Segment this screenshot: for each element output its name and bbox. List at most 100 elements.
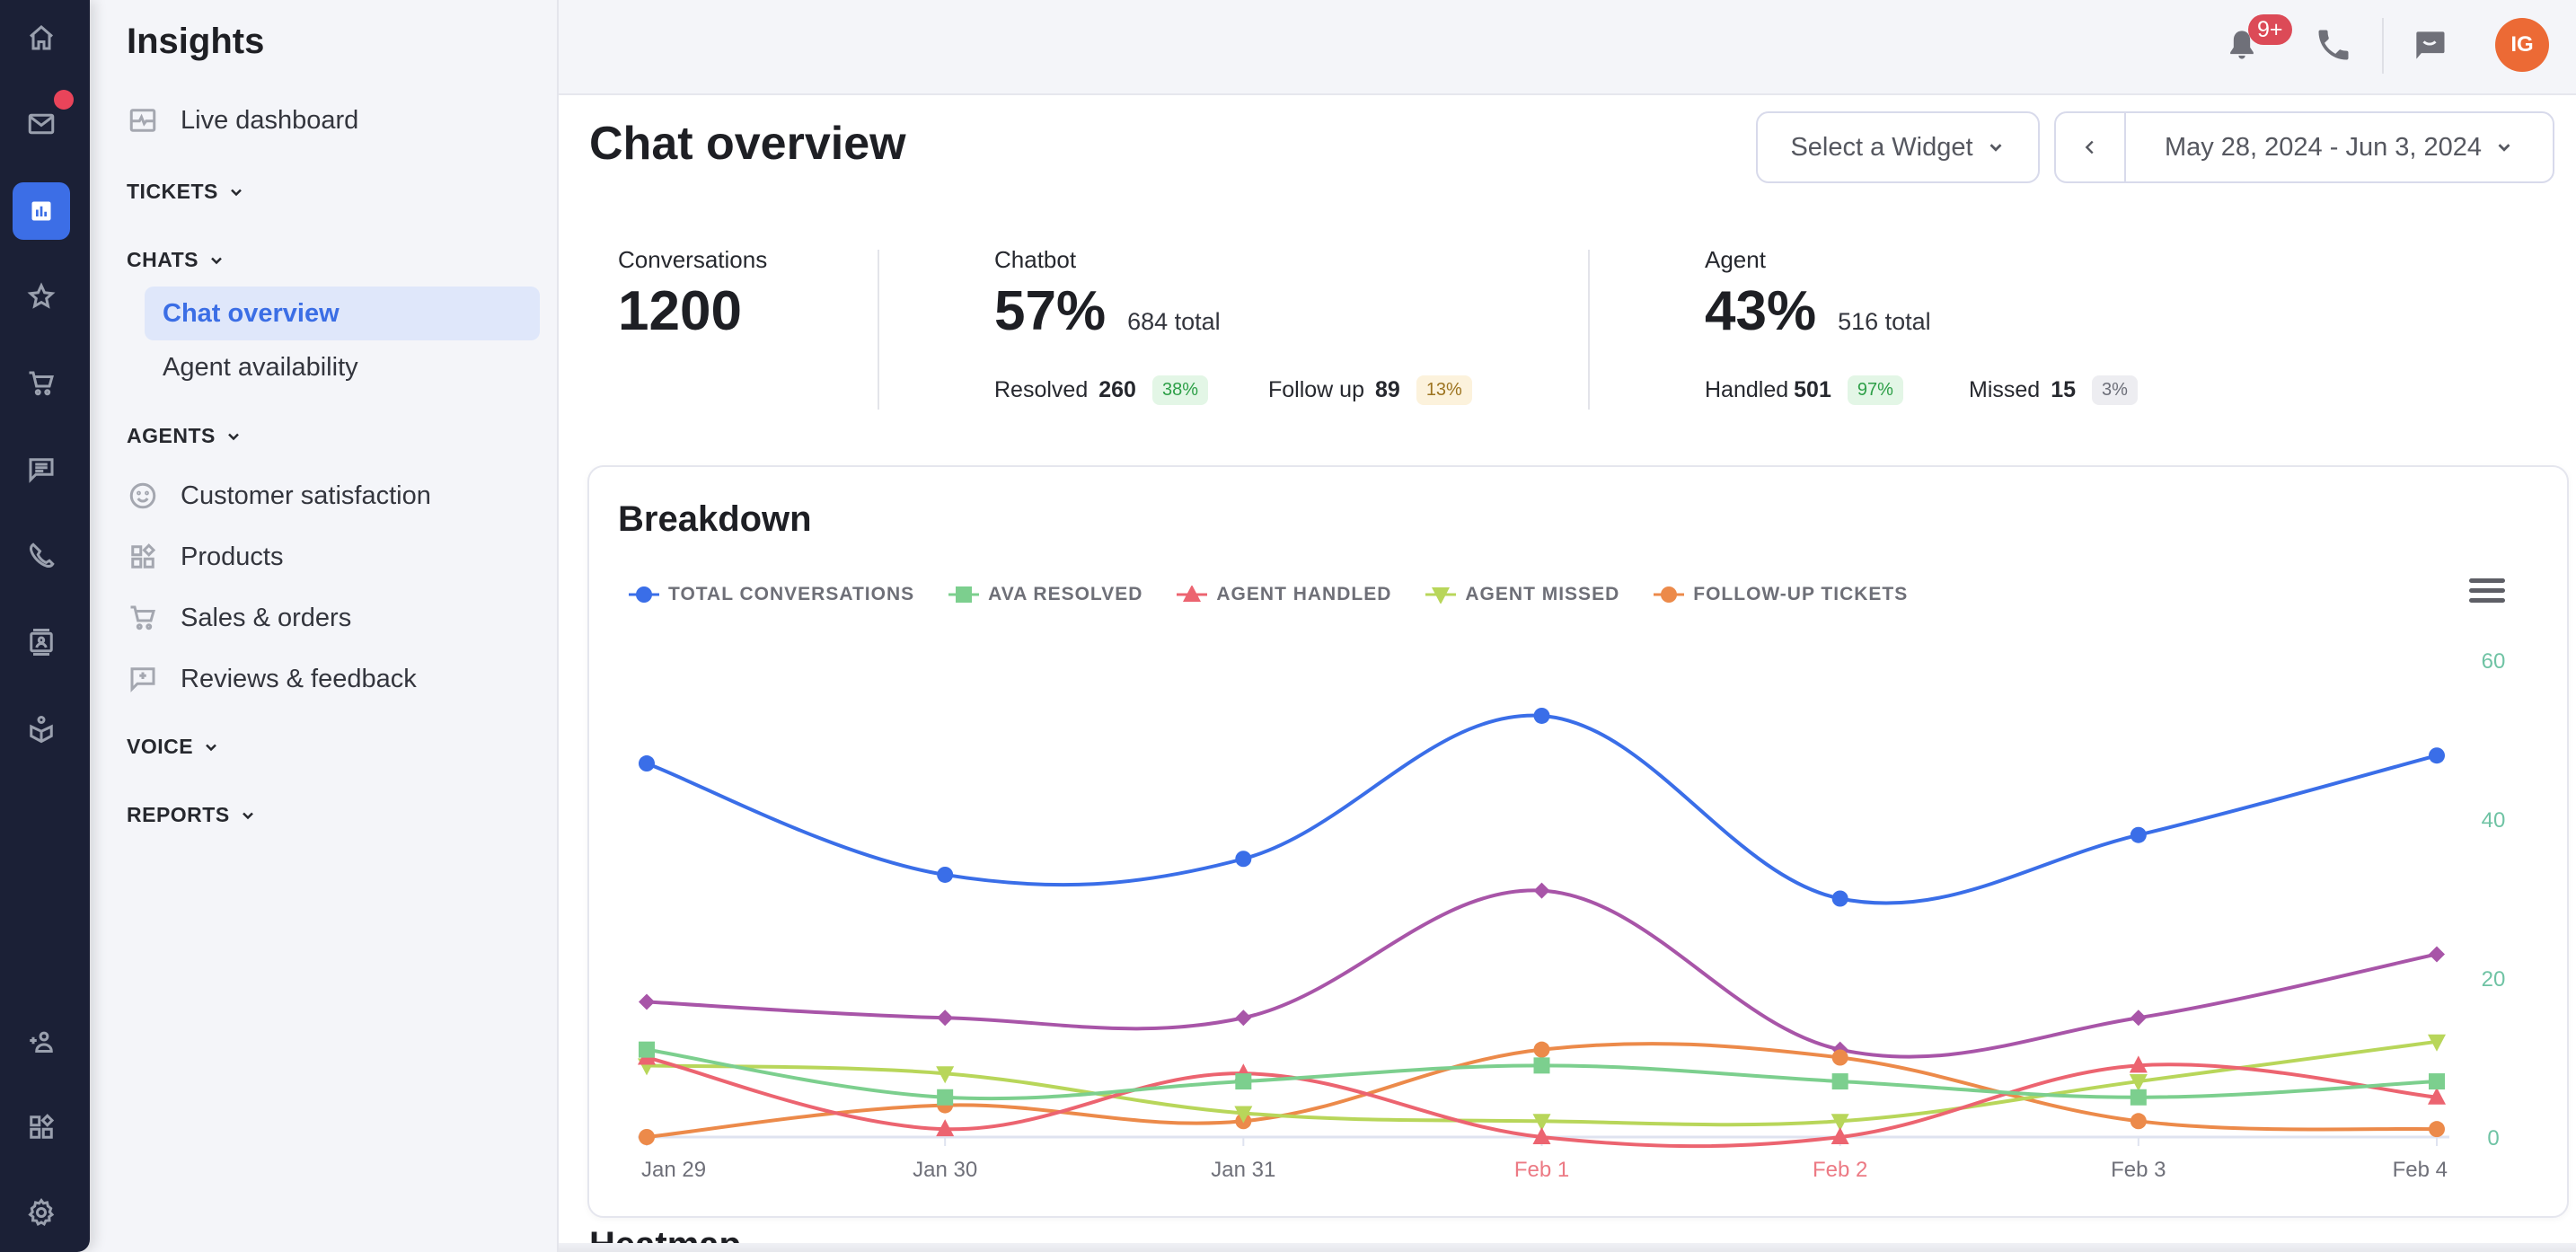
sidebar-item-live-dashboard[interactable]: Live dashboard	[127, 104, 358, 137]
star-icon	[27, 282, 56, 309]
rail-commerce[interactable]	[13, 355, 70, 412]
sidebar-section-chats[interactable]: CHATS	[127, 248, 225, 272]
handled-value: 501	[1794, 377, 1831, 402]
sidebar-section-voice[interactable]: VOICE	[127, 735, 220, 759]
legend-label: TOTAL CONVERSATIONS	[668, 584, 915, 604]
data-point-circle	[1831, 1049, 1848, 1066]
topbar-divider	[2382, 18, 2384, 74]
stat-total: 684 total	[1127, 308, 1221, 335]
legend-item[interactable]: FOLLOW-UP TICKETS	[1654, 584, 1908, 605]
data-point-diamond	[639, 993, 655, 1010]
stat-total: 516 total	[1838, 308, 1931, 335]
stat-divider	[1588, 250, 1590, 410]
missed-percent-badge: 3%	[2092, 375, 2138, 405]
y-tick-label: 60	[2482, 649, 2506, 674]
previous-period-button[interactable]	[2056, 113, 2126, 181]
sidebar-section-tickets[interactable]: TICKETS	[127, 180, 245, 204]
legend-item[interactable]: AVA RESOLVED	[948, 584, 1142, 605]
data-point-square	[956, 586, 973, 603]
section-label: CHATS	[127, 248, 199, 271]
call-button[interactable]	[2314, 25, 2353, 65]
apps-icon	[30, 1114, 55, 1139]
stat-percent: 43%	[1705, 280, 1817, 342]
data-point-square	[639, 1041, 655, 1058]
notification-badge: 9+	[2248, 14, 2292, 45]
handled-percent-badge: 97%	[1847, 375, 1903, 405]
data-point-circle	[1831, 890, 1848, 907]
sidebar-section-agents[interactable]: AGENTS	[127, 424, 243, 448]
page-title: Chat overview	[589, 118, 906, 170]
main-content: Chat overview Select a Widget May 28, 20…	[559, 95, 2576, 1252]
user-avatar[interactable]: IG	[2495, 18, 2549, 72]
data-point-circle	[2130, 826, 2147, 843]
sidebar-item-chat-overview[interactable]: Chat overview	[145, 287, 540, 340]
sidebar-title: Insights	[127, 22, 265, 61]
legend-item[interactable]: TOTAL CONVERSATIONS	[629, 584, 914, 605]
chevron-down-icon	[227, 433, 239, 440]
sidebar-item-reviews-feedback[interactable]: Reviews & feedback	[127, 663, 417, 695]
rail-favorites[interactable]	[13, 268, 70, 325]
x-tick-label: Jan 29	[641, 1158, 706, 1182]
section-label: TICKETS	[127, 180, 218, 203]
rail-apps[interactable]	[13, 1098, 70, 1156]
legend-label: AGENT HANDLED	[1216, 584, 1392, 604]
rail-knowledge[interactable]	[13, 701, 70, 758]
icon-rail	[0, 0, 90, 1252]
sidebar-item-agent-availability[interactable]: Agent availability	[145, 340, 540, 394]
sidebar-item-customer-satisfaction[interactable]: Customer satisfaction	[127, 480, 431, 512]
add-user-icon	[30, 1031, 53, 1053]
x-tick-label: Feb 3	[2111, 1158, 2166, 1182]
data-point-circle	[639, 1129, 655, 1145]
data-point-diamond	[1533, 882, 1550, 899]
smiley-icon	[127, 480, 159, 512]
agent-missed: Missed 15 3%	[1969, 375, 2138, 405]
rail-add-user[interactable]	[13, 1013, 70, 1071]
sidebar-item-products[interactable]: Products	[127, 541, 283, 573]
legend-label: FOLLOW-UP TICKETS	[1693, 584, 1909, 604]
sidebar-item-label: Sales & orders	[181, 603, 352, 632]
hamburger-menu-icon	[2469, 578, 2505, 583]
data-point-diamond	[2429, 946, 2445, 963]
legend-marker-icon	[629, 586, 659, 603]
resolved-value: 260	[1098, 377, 1136, 402]
rail-insights[interactable]	[13, 182, 70, 240]
legend-marker-icon	[948, 586, 980, 603]
date-range-picker: May 28, 2024 - Jun 3, 2024	[2054, 111, 2554, 183]
followup-percent-badge: 13%	[1416, 375, 1472, 405]
sidebar-item-label: Customer satisfaction	[181, 481, 431, 510]
data-point-circle	[1661, 586, 1678, 603]
chatbot-resolved: Resolved 260 38%	[994, 375, 1208, 405]
chevron-down-icon	[231, 189, 242, 196]
data-point-square	[1831, 1073, 1848, 1090]
legend-item[interactable]: AGENT HANDLED	[1177, 584, 1391, 605]
sidebar-section-reports[interactable]: REPORTS	[127, 803, 257, 827]
breakdown-chart: 0 20 40 60 Jan 29 Jan 30 Jan 31 Feb 1 Feb 2 Feb 3…	[638, 649, 2506, 1182]
legend-marker-icon	[1654, 586, 1685, 603]
pulse-monitor-icon	[127, 104, 159, 137]
sidebar-item-label: Products	[181, 542, 284, 571]
sidebar-item-sales-orders[interactable]: Sales & orders	[127, 602, 351, 634]
data-point-circle	[639, 755, 655, 772]
insights-icon	[31, 201, 51, 221]
cart-icon	[29, 371, 54, 396]
chart-menu-button[interactable]	[2469, 578, 2505, 609]
widget-select-dropdown[interactable]: Select a Widget	[1756, 111, 2040, 183]
section-label: VOICE	[127, 735, 194, 758]
x-tick-label: Feb 2	[1813, 1158, 1867, 1182]
date-range-dropdown[interactable]: May 28, 2024 - Jun 3, 2024	[2126, 113, 2553, 181]
agent-handled: Handled 501 97%	[1705, 375, 1903, 405]
chevron-left-icon	[2085, 140, 2094, 154]
data-point-circle	[1235, 851, 1252, 868]
legend-item[interactable]: AGENT MISSED	[1425, 584, 1619, 605]
rail-chat[interactable]	[13, 441, 70, 498]
rail-phone[interactable]	[13, 527, 70, 585]
data-point-square	[2429, 1073, 2445, 1090]
rail-home[interactable]	[13, 9, 70, 66]
stat-agent: Agent 43% 516 total	[1705, 246, 1931, 343]
stat-label: Agent	[1705, 246, 1766, 273]
messages-button[interactable]	[2410, 25, 2449, 65]
rail-settings[interactable]	[13, 1184, 70, 1241]
resolved-percent-badge: 38%	[1151, 375, 1208, 405]
chat-bubble-icon	[2416, 31, 2445, 59]
rail-contacts[interactable]	[13, 613, 70, 671]
